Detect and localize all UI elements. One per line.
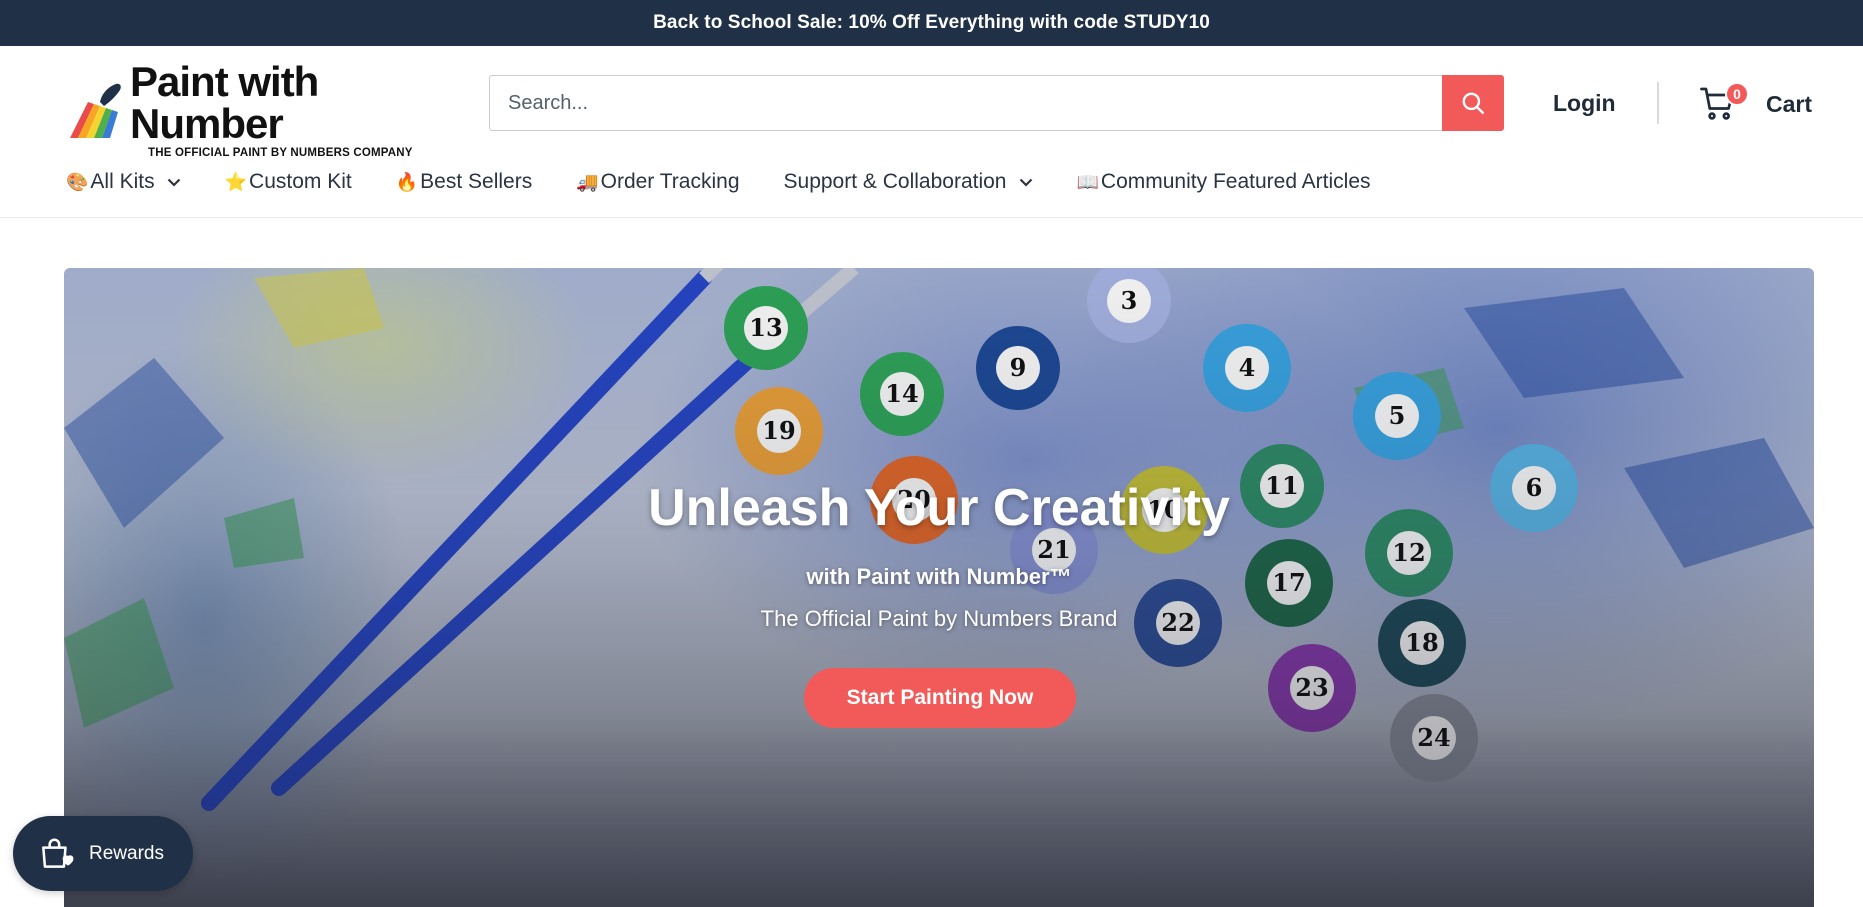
rewards-label: Rewards	[89, 842, 164, 864]
hero-title: Unleash Your Creativity	[648, 479, 1230, 537]
search-icon	[1462, 92, 1484, 114]
delivery-truck-icon: 🚚	[576, 171, 599, 192]
header-divider	[1657, 82, 1659, 124]
nav-item-label: Custom Kit	[249, 170, 352, 193]
brush-logo-icon	[70, 83, 121, 138]
open-book-icon: 📖	[1076, 171, 1099, 192]
search-bar	[489, 75, 1504, 131]
search-input[interactable]	[489, 75, 1442, 131]
nav-item-label: Community Featured Articles	[1100, 170, 1371, 193]
nav-item-label: Support & Collaboration	[783, 170, 1007, 193]
login-link[interactable]: Login	[1553, 90, 1616, 117]
fire-icon: 🔥	[395, 171, 419, 192]
nav-item-label: All Kits	[90, 170, 155, 193]
nav-item-custom-kit[interactable]: ⭐ Custom Kit	[225, 170, 352, 194]
hero-subtitle-line2: The Official Paint by Numbers Brand	[760, 606, 1118, 631]
announcement-text: Back to School Sale: 10% Off Everything …	[653, 12, 1210, 33]
palette-icon: 🎨	[66, 171, 89, 192]
cart-link[interactable]: 0 Cart	[1700, 82, 1812, 126]
start-painting-button[interactable]: Start Painting Now	[804, 668, 1076, 728]
brand-tagline: THE OFFICIAL PAINT BY NUMBERS COMPANY	[148, 147, 413, 159]
cart-count-badge: 0	[1725, 82, 1749, 106]
site-header: Paint with Number THE OFFICIAL PAINT BY …	[0, 46, 1863, 218]
hero-banner: 13 3 9 14 4 19 5 11 6 20 10 12 17 22 18 …	[64, 268, 1814, 907]
star-icon: ⭐	[224, 171, 248, 192]
hero-subtitle-line1: with Paint with Number™	[806, 564, 1072, 589]
chevron-down-icon	[167, 178, 180, 187]
rewards-button[interactable]: Rewards	[13, 816, 193, 891]
nav-item-all-kits[interactable]: 🎨 All Kits	[66, 170, 181, 194]
brand-name: Paint with Number	[130, 58, 319, 147]
announcement-bar: Back to School Sale: 10% Off Everything …	[0, 0, 1863, 46]
search-button[interactable]	[1442, 75, 1504, 131]
nav-item-support-collaboration[interactable]: Support & Collaboration	[784, 170, 1033, 194]
nav-item-community-articles[interactable]: 📖 Community Featured Articles	[1077, 170, 1371, 194]
nav-item-order-tracking[interactable]: 🚚 Order Tracking	[576, 170, 739, 194]
shopping-bag-heart-icon	[42, 838, 74, 868]
chevron-down-icon	[1019, 178, 1032, 187]
nav-item-label: Best Sellers	[420, 170, 533, 193]
nav-item-label: Order Tracking	[600, 170, 740, 193]
nav-item-best-sellers[interactable]: 🔥 Best Sellers	[396, 170, 532, 194]
brand-logo[interactable]: Paint with Number THE OFFICIAL PAINT BY …	[66, 61, 446, 159]
cart-label: Cart	[1766, 90, 1813, 117]
main-nav: 🎨 All Kits ⭐ Custom Kit 🔥 Best Sellers 🚚…	[66, 162, 1371, 202]
